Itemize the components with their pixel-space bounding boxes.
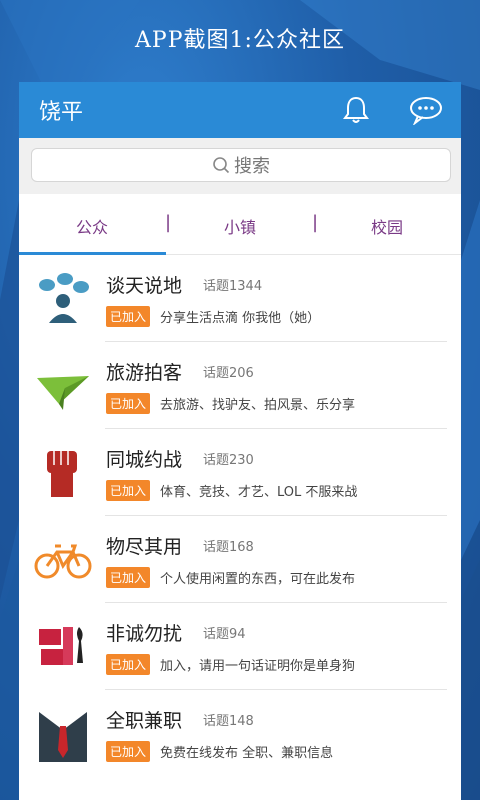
community-name: 物尽其用 bbox=[106, 536, 183, 558]
joined-badge: 已加入 bbox=[106, 393, 151, 414]
community-name: 全职兼职 bbox=[106, 710, 183, 732]
app-title: 饶平 bbox=[39, 100, 84, 125]
joined-badge: 已加入 bbox=[106, 480, 151, 501]
community-name: 非诚勿扰 bbox=[106, 623, 183, 645]
joined-badge: 已加入 bbox=[106, 567, 151, 588]
tab-separator: | bbox=[312, 212, 319, 233]
joined-badge: 已加入 bbox=[106, 741, 151, 762]
community-description: 免费在线发布 全职、兼职信息 bbox=[160, 746, 334, 761]
community-description: 体育、竞技、才艺、LOL 不服来战 bbox=[160, 485, 358, 500]
list-item[interactable]: 非诚勿扰 话题94 已加入 加入，请用一句话证明你是单身狗 bbox=[19, 603, 461, 690]
topic-count: 话题168 bbox=[203, 540, 254, 555]
joined-badge: 已加入 bbox=[106, 306, 151, 327]
tab-bar: 公众 | 小镇 | 校园 bbox=[19, 194, 461, 255]
topic-count: 话题206 bbox=[203, 366, 254, 381]
community-description: 分享生活点滴 你我他（她） bbox=[160, 311, 321, 326]
chat-bubbles-person-icon bbox=[39, 273, 89, 323]
search-input[interactable]: 搜索 bbox=[31, 148, 451, 182]
list-item[interactable]: 全职兼职 话题148 已加入 免费在线发布 全职、兼职信息 bbox=[19, 690, 461, 777]
community-name: 旅游拍客 bbox=[106, 362, 183, 384]
search-bar: 搜索 bbox=[19, 138, 461, 194]
list-item[interactable]: 物尽其用 话题168 已加入 个人使用闲置的东西，可在此发布 bbox=[19, 516, 461, 603]
chat-bubble-icon[interactable] bbox=[409, 95, 443, 125]
joined-badge: 已加入 bbox=[106, 654, 151, 675]
community-description: 加入，请用一句话证明你是单身狗 bbox=[160, 659, 356, 674]
feichengwurao-logo-icon bbox=[39, 627, 83, 665]
community-name: 同城约战 bbox=[106, 449, 183, 471]
bicycle-icon bbox=[34, 544, 92, 579]
tab-separator: | bbox=[165, 212, 172, 233]
list-item[interactable]: 同城约战 话题230 已加入 体育、竞技、才艺、LOL 不服来战 bbox=[19, 429, 461, 516]
bell-icon[interactable] bbox=[341, 95, 371, 125]
topic-count: 话题148 bbox=[203, 714, 254, 729]
community-description: 去旅游、找驴友、拍风景、乐分享 bbox=[160, 398, 356, 413]
list-item[interactable]: 旅游拍客 话题206 已加入 去旅游、找驴友、拍风景、乐分享 bbox=[19, 342, 461, 429]
app-screen: 饶平 搜索 公众 | 小镇 | 校园 谈天说地 话题1344 已加入 分享生活点… bbox=[19, 82, 461, 800]
topic-count: 话题230 bbox=[203, 453, 254, 468]
raised-fist-icon bbox=[47, 451, 77, 497]
list-item[interactable]: 谈天说地 话题1344 已加入 分享生活点滴 你我他（她） bbox=[19, 255, 461, 342]
tab-town[interactable]: 小镇 bbox=[224, 214, 256, 238]
suit-tie-icon bbox=[39, 712, 87, 762]
topic-count: 话题1344 bbox=[203, 279, 263, 294]
search-placeholder: 搜索 bbox=[234, 156, 270, 177]
screenshot-caption: APP截图1:公众社区 bbox=[135, 28, 345, 53]
tab-campus[interactable]: 校园 bbox=[371, 214, 403, 238]
paper-plane-icon bbox=[37, 376, 89, 410]
community-description: 个人使用闲置的东西，可在此发布 bbox=[160, 572, 356, 587]
app-bar: 饶平 bbox=[19, 82, 461, 138]
topic-count: 话题94 bbox=[203, 627, 246, 642]
tab-public[interactable]: 公众 bbox=[76, 214, 108, 238]
search-icon bbox=[213, 157, 230, 174]
community-name: 谈天说地 bbox=[106, 275, 183, 297]
